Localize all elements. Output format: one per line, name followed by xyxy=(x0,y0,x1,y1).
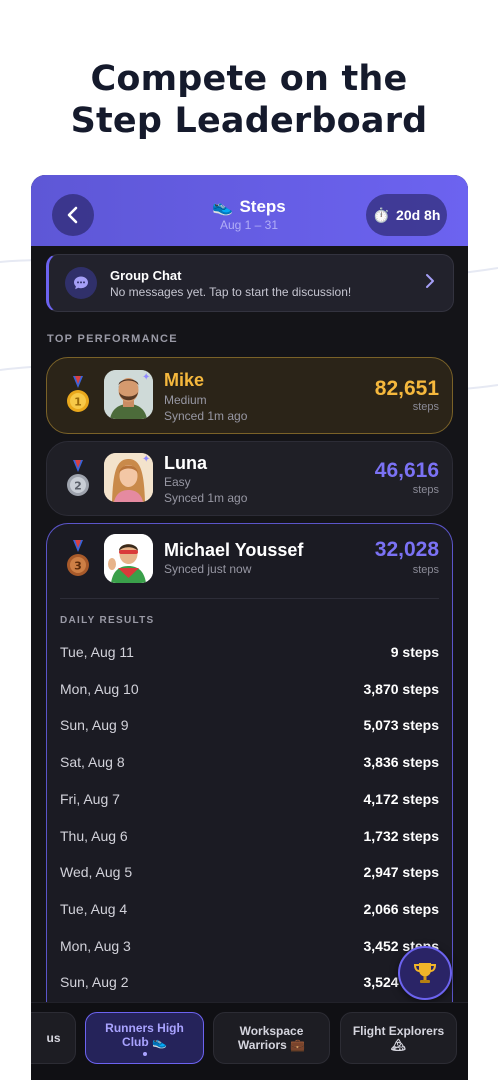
daily-result-row: Sat, Aug 8 3,836 steps xyxy=(60,752,439,772)
headline-line-2: Step Leaderboard xyxy=(70,101,428,141)
countdown-badge[interactable]: ⏱️ 20d 8h xyxy=(366,194,447,236)
sync-status: Synced 1m ago xyxy=(164,491,248,505)
daily-result-row: Sun, Aug 23,524 steps xyxy=(60,972,439,992)
daily-result-row: Mon, Aug 10 3,870 steps xyxy=(60,679,439,699)
svg-text:1: 1 xyxy=(74,396,82,409)
group-tab-label: Flight Explorers 🏔 xyxy=(352,1024,445,1052)
divider xyxy=(60,598,439,599)
day-date: Mon, Aug 3 xyxy=(60,937,131,954)
day-date: Sat, Aug 8 xyxy=(60,754,125,771)
silver-medal-icon: 2 xyxy=(67,460,89,496)
date-range: Aug 1 – 31 xyxy=(219,218,279,232)
app-screen: 👟 Steps Aug 1 – 31 ⏱️ 20d 8h Group Chat … xyxy=(31,175,468,1080)
step-unit: steps xyxy=(412,484,439,496)
day-steps: 9 steps xyxy=(390,644,439,660)
daily-result-row: Mon, Aug 3 3,452 steps xyxy=(60,936,439,956)
daily-result-row: Wed, Aug 5 2,947 steps xyxy=(60,862,439,882)
sparkle-icon: ✦ xyxy=(142,454,151,465)
group-tab-workspace-warriors[interactable]: Workspace Warriors 💼 xyxy=(213,1012,330,1064)
day-steps: 4,172 steps xyxy=(363,790,440,807)
svg-text:2: 2 xyxy=(74,480,82,493)
day-steps: 1,732 steps xyxy=(363,827,440,844)
daily-result-row: Tue, Aug 11 9 steps xyxy=(60,642,439,662)
daily-result-row: Fri, Aug 7 4,172 steps xyxy=(60,789,439,809)
step-unit: steps xyxy=(412,564,439,576)
player-level: Medium xyxy=(164,393,207,407)
chevron-right-icon xyxy=(426,274,434,288)
group-tab-label: Runners High Club 👟 xyxy=(105,1020,184,1049)
section-title: TOP PERFORMANCE xyxy=(47,333,178,345)
sync-status: Synced just now xyxy=(164,562,252,576)
daily-result-row: Tue, Aug 4 2,066 steps xyxy=(60,899,439,919)
daily-result-row: Sun, Aug 9 5,073 steps xyxy=(60,715,439,735)
daily-result-row: Thu, Aug 6 1,732 steps xyxy=(60,826,439,846)
day-date: Mon, Aug 10 xyxy=(60,680,139,697)
group-switcher-bar: us Runners High Club 👟 Workspace Warrior… xyxy=(31,1002,468,1080)
player-name: Mike xyxy=(164,370,205,390)
gold-medal-icon: 1 xyxy=(67,376,89,412)
day-steps: 2,066 steps xyxy=(363,900,440,917)
player-level: Easy xyxy=(164,475,191,489)
chevron-left-icon xyxy=(67,206,78,224)
countdown-text: 20d 8h xyxy=(396,207,441,223)
player-name: Luna xyxy=(164,453,207,473)
step-unit: steps xyxy=(412,401,439,413)
step-total: 82,651 xyxy=(374,377,439,400)
leaderboard-button[interactable] xyxy=(398,946,452,1000)
step-total: 46,616 xyxy=(374,459,439,482)
group-chat-card[interactable]: Group Chat No messages yet. Tap to start… xyxy=(46,254,454,312)
avatar-michael-youssef xyxy=(104,534,153,583)
leaderboard-entry-2[interactable]: 2 ✦ Luna Easy Synced 1m ago 46,616 steps xyxy=(46,441,453,516)
stopwatch-icon: ⏱️ xyxy=(372,206,391,223)
day-date: Fri, Aug 7 xyxy=(60,790,120,807)
chat-bubble-icon xyxy=(65,267,97,299)
group-tab-label: Workspace Warriors 💼 xyxy=(237,1024,306,1052)
group-tab-runners-high-club[interactable]: Runners High Club 👟 xyxy=(85,1012,204,1064)
day-date: Tue, Aug 11 xyxy=(60,644,134,660)
sparkle-icon: ✦ xyxy=(142,372,151,383)
day-date: Tue, Aug 4 xyxy=(60,900,128,917)
group-tab-flight-explorers[interactable]: Flight Explorers 🏔 xyxy=(340,1012,457,1064)
day-steps: 2,947 steps xyxy=(363,864,440,881)
running-shoe-icon: 👟 xyxy=(212,197,234,216)
leaderboard-entry-3[interactable]: 3 Michael Youssef Synced just now 32,028… xyxy=(46,523,453,1080)
player-name: Michael Youssef xyxy=(164,540,304,560)
day-date: Sun, Aug 2 xyxy=(60,974,129,991)
active-indicator xyxy=(142,1051,147,1056)
day-date: Wed, Aug 5 xyxy=(60,864,133,881)
headline-line-1: Compete on the xyxy=(90,59,408,99)
leaderboard-entry-1[interactable]: 1 ✦ Mike Medium Synced 1m ago 82,651 ste… xyxy=(46,357,453,434)
sync-status: Synced 1m ago xyxy=(164,409,248,423)
title-text: Steps xyxy=(239,197,286,216)
step-total: 32,028 xyxy=(374,538,439,561)
headline: Compete on the Step Leaderboard xyxy=(0,58,498,142)
group-tab-previous[interactable]: us xyxy=(31,1012,76,1064)
daily-results-title: DAILY RESULTS xyxy=(60,615,155,626)
day-date: Sun, Aug 9 xyxy=(60,717,129,734)
trophy-icon xyxy=(413,963,437,983)
chat-subtitle: No messages yet. Tap to start the discus… xyxy=(110,285,352,299)
back-button[interactable] xyxy=(52,194,94,236)
day-date: Thu, Aug 6 xyxy=(60,827,128,844)
day-steps: 3,836 steps xyxy=(363,754,440,771)
day-steps: 3,870 steps xyxy=(363,680,440,697)
group-tab-label: us xyxy=(46,1031,61,1045)
screen-title: 👟 Steps Aug 1 – 31 xyxy=(151,197,347,232)
day-steps: 5,073 steps xyxy=(363,717,440,734)
svg-text:3: 3 xyxy=(74,560,82,573)
chat-title: Group Chat xyxy=(110,268,182,283)
bronze-medal-icon: 3 xyxy=(67,540,89,576)
top-bar: 👟 Steps Aug 1 – 31 ⏱️ 20d 8h xyxy=(31,175,468,246)
